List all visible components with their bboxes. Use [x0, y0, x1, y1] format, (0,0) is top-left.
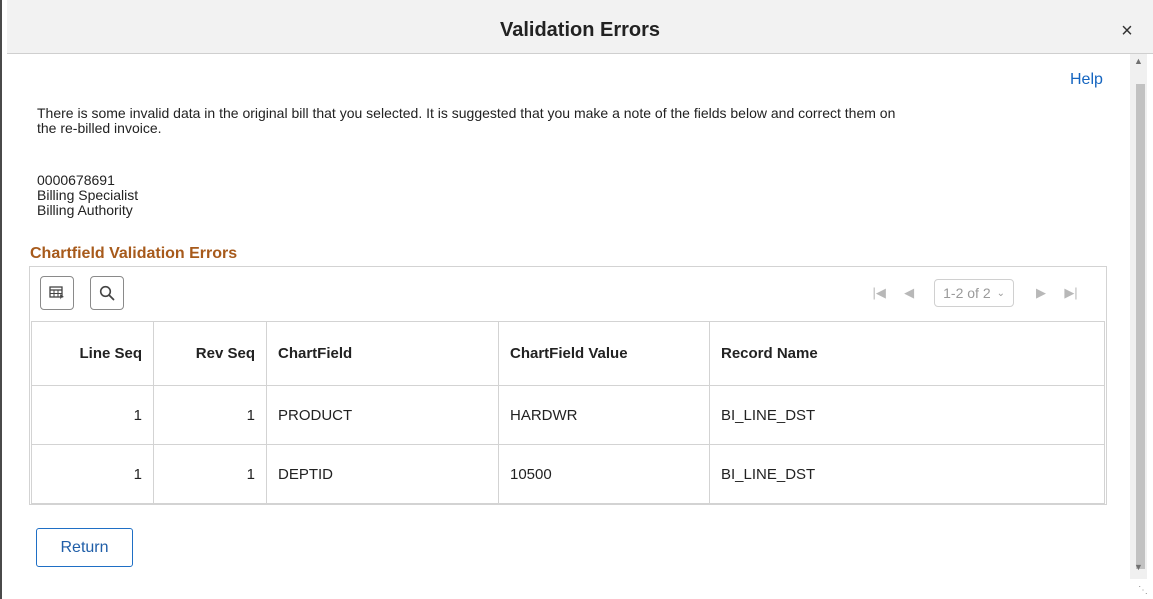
errors-table: Line Seq Rev Seq ChartField ChartField V… [31, 321, 1105, 504]
resize-grip-icon[interactable]: ⋱ [1138, 585, 1150, 597]
page-range-select[interactable]: 1-2 of 2 ⌄ [934, 279, 1014, 307]
table-header-row: Line Seq Rev Seq ChartField ChartField V… [31, 321, 1105, 386]
help-link[interactable]: Help [1070, 71, 1103, 89]
intro-text: There is some invalid data in the origin… [37, 105, 896, 136]
first-page-icon[interactable]: |◀ [864, 285, 894, 301]
search-grid-button[interactable] [90, 276, 124, 310]
dialog-title: Validation Errors [499, 19, 661, 41]
line-seq-cell: 1 [31, 444, 154, 504]
previous-page-icon[interactable]: ◀ [894, 285, 924, 301]
chartfield-cell: PRODUCT [266, 385, 499, 445]
line-seq-cell: 1 [31, 385, 154, 445]
bill-number: 0000678691 [37, 172, 115, 188]
rev-seq-cell: 1 [153, 385, 267, 445]
column-header-chartfield[interactable]: ChartField [266, 321, 499, 386]
bill-info: 0000678691 Billing Specialist Billing Au… [37, 173, 138, 218]
record-name-cell: BI_LINE_DST [709, 385, 1105, 445]
personalize-grid-button[interactable] [40, 276, 74, 310]
chartfield-errors-grid: |◀ ◀ 1-2 of 2 ⌄ ▶ ▶| Line Seq Rev Seq Ch… [29, 266, 1107, 505]
page-range-label: 1-2 of 2 [943, 285, 991, 301]
section-title: Chartfield Validation Errors [30, 245, 238, 262]
chevron-down-icon: ⌄ [996, 287, 1005, 299]
return-button[interactable]: Return [36, 528, 133, 567]
table-row: 1 1 PRODUCT HARDWR BI_LINE_DST [31, 385, 1105, 445]
scroll-up-arrow-icon[interactable]: ▲ [1131, 56, 1146, 68]
column-header-line-seq[interactable]: Line Seq [31, 321, 154, 386]
personalize-grid-icon [49, 286, 64, 300]
chartfield-cell: DEPTID [266, 444, 499, 504]
billing-authority: Billing Authority [37, 202, 133, 218]
scrollbar-thumb[interactable] [1136, 84, 1145, 569]
billing-specialist: Billing Specialist [37, 187, 139, 203]
dialog-content: Help There is some invalid data in the o… [0, 54, 1130, 599]
next-page-icon[interactable]: ▶ [1026, 285, 1056, 301]
search-icon [99, 285, 115, 301]
grid-pager: |◀ ◀ 1-2 of 2 ⌄ ▶ ▶| [864, 278, 1086, 308]
scroll-down-arrow-icon[interactable]: ▼ [1131, 562, 1146, 574]
dialog-titlebar: Validation Errors × [7, 0, 1153, 54]
column-header-rev-seq[interactable]: Rev Seq [153, 321, 267, 386]
vertical-scrollbar[interactable]: ▲ ▼ [1130, 54, 1147, 579]
chartfield-value-cell: HARDWR [498, 385, 710, 445]
close-icon[interactable]: × [1119, 21, 1135, 41]
chartfield-value-cell: 10500 [498, 444, 710, 504]
column-header-chartfield-value[interactable]: ChartField Value [498, 321, 710, 386]
last-page-icon[interactable]: ▶| [1056, 285, 1086, 301]
rev-seq-cell: 1 [153, 444, 267, 504]
table-row: 1 1 DEPTID 10500 BI_LINE_DST [31, 444, 1105, 504]
record-name-cell: BI_LINE_DST [709, 444, 1105, 504]
column-header-record-name[interactable]: Record Name [709, 321, 1105, 386]
